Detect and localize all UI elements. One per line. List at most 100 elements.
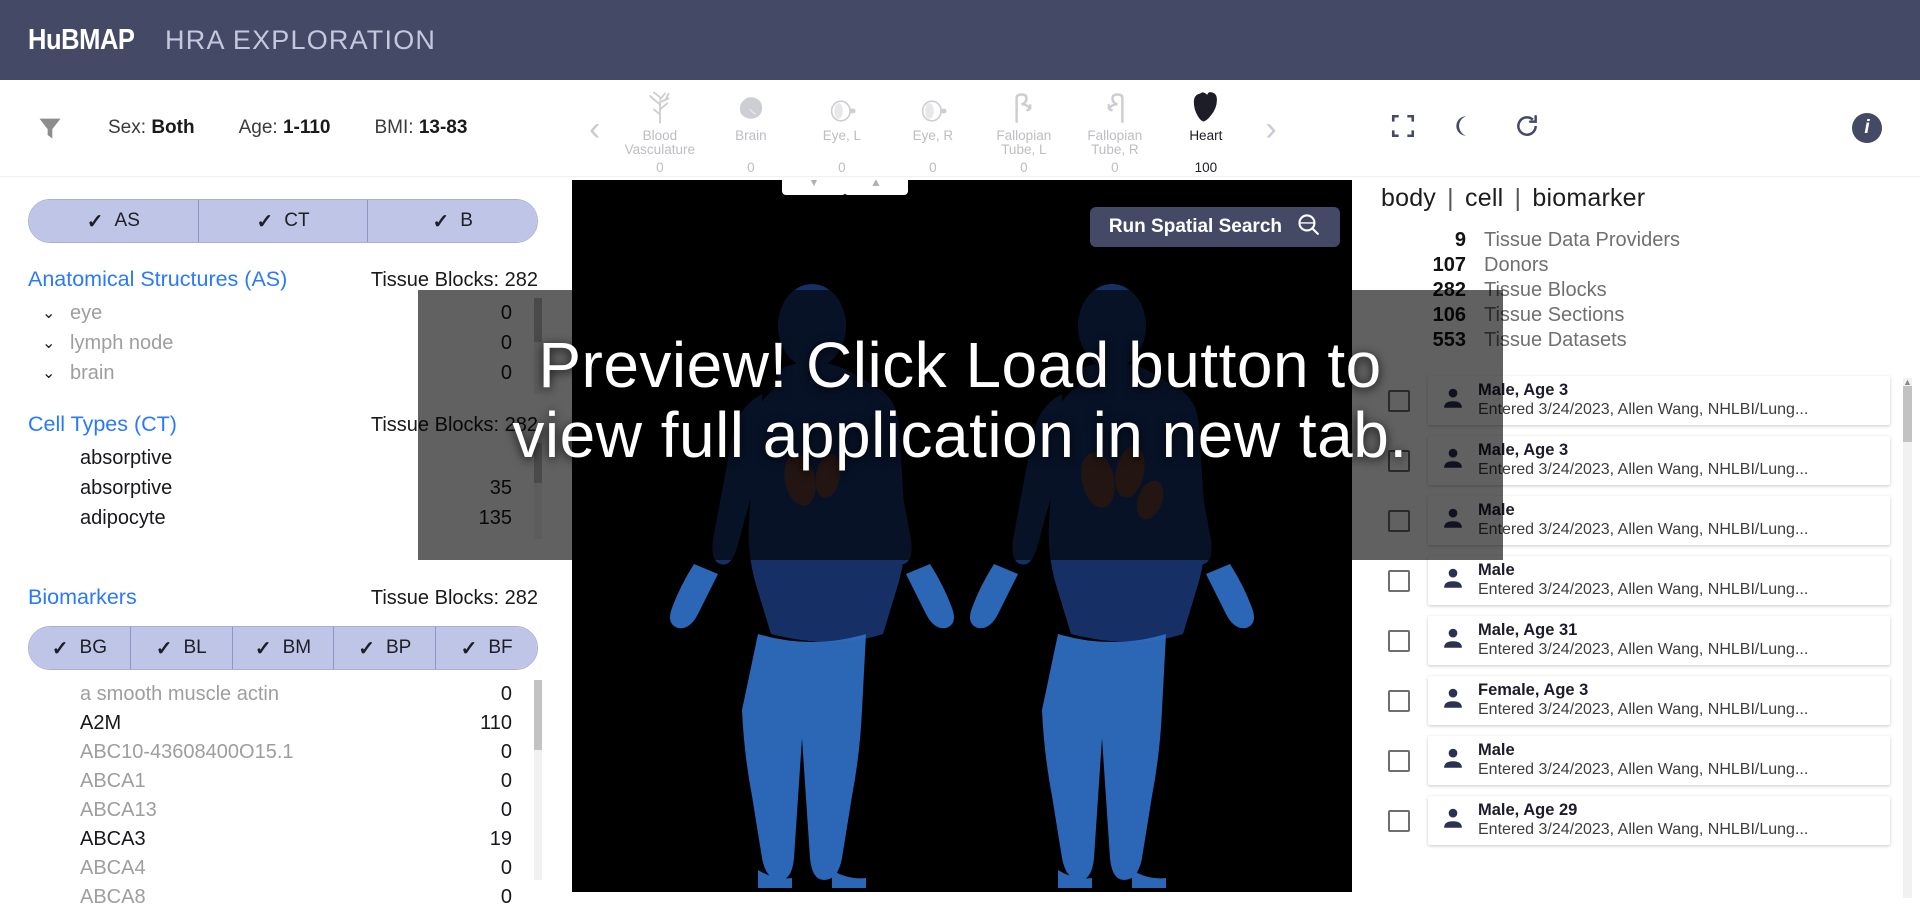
donor-checkbox[interactable] xyxy=(1388,689,1410,712)
biomarker-toggle-bm[interactable]: ✓ BM xyxy=(232,627,335,669)
biomarkers-title[interactable]: Biomarkers xyxy=(28,585,137,610)
biomarker-row[interactable]: ABCA3 19 xyxy=(28,825,538,854)
donor-card[interactable]: Male, Age 3 Entered 3/24/2023, Allen Wang… xyxy=(1428,436,1890,485)
ct-row[interactable]: absorptive 35 xyxy=(28,473,538,503)
breadcrumb-separator-2: | xyxy=(1514,184,1522,212)
organ-tab-fallopian-tube-l[interactable]: Fallopian Tube, L 0 xyxy=(978,82,1069,175)
stat-row: 282 Tissue Blocks xyxy=(1370,279,1920,304)
chevron-down-icon[interactable]: ⌄ xyxy=(42,363,55,383)
biomarker-row-label: ABC10-43608400O15.1 xyxy=(80,741,294,763)
donor-subtitle: Entered 3/24/2023, Allen Wang, NHLBI/Lun… xyxy=(1478,700,1809,718)
donor-list-item[interactable]: Female, Age 3 Entered 3/24/2023, Allen Wa… xyxy=(1376,676,1920,725)
as-scrollbar[interactable] xyxy=(534,298,542,394)
donor-checkbox[interactable] xyxy=(1388,629,1410,652)
as-row[interactable]: ⌄ brain 0 xyxy=(28,358,538,388)
stat-row: 107 Donors xyxy=(1370,254,1920,279)
donor-card[interactable]: Male, Age 31 Entered 3/24/2023, Allen Wan… xyxy=(1428,616,1890,665)
as-row[interactable]: ⌄ eye 0 xyxy=(28,298,538,328)
breadcrumb-biomarker[interactable]: biomarker xyxy=(1532,184,1645,212)
entity-toggle-b[interactable]: ✓ B xyxy=(368,200,537,242)
organ-tab-heart[interactable]: Heart 100 xyxy=(1160,82,1251,175)
caret-up-icon[interactable]: ▲ xyxy=(844,180,908,195)
donor-card[interactable]: Male, Age 29 Entered 3/24/2023, Allen Wan… xyxy=(1428,796,1890,845)
filter-bmi[interactable]: BMI: 13-83 xyxy=(375,117,468,139)
biomarker-toggle-group: ✓ BG ✓ BL ✓ BM ✓ BP ✓ BF xyxy=(28,626,538,670)
body-stage[interactable]: ▼ ▲ Run Spatial Search ‹ › xyxy=(572,180,1352,892)
biomarker-row[interactable]: A2M 110 xyxy=(28,709,538,738)
donor-checkbox[interactable] xyxy=(1388,389,1410,412)
biomarker-row[interactable]: ABCA13 0 xyxy=(28,796,538,825)
anatomical-structures-title[interactable]: Anatomical Structures (AS) xyxy=(28,267,287,292)
donor-checkbox[interactable] xyxy=(1388,749,1410,772)
bm-scrollbar[interactable] xyxy=(534,680,542,880)
biomarker-toggle-bf[interactable]: ✓ BF xyxy=(436,627,537,669)
donor-list-item[interactable]: Male Entered 3/24/2023, Allen Wang, NHLBI… xyxy=(1376,556,1920,605)
donor-checkbox[interactable] xyxy=(1388,509,1410,532)
donor-checkbox[interactable] xyxy=(1388,569,1410,592)
donor-checkbox[interactable] xyxy=(1388,449,1410,472)
right-sidebar: body | cell | biomarker 9 Tissue Data Pro… xyxy=(1370,177,1920,911)
donor-list-item[interactable]: Male, Age 29 Entered 3/24/2023, Allen Wan… xyxy=(1376,796,1920,845)
donor-list-item[interactable]: Male Entered 3/24/2023, Allen Wang, NHLBI… xyxy=(1376,496,1920,545)
organ-count: 100 xyxy=(1194,160,1218,175)
stage-nav-down-group[interactable]: ▼ xyxy=(782,180,846,195)
organ-tab-eye-l[interactable]: Eye, L 0 xyxy=(796,82,887,175)
organ-next-button[interactable]: › xyxy=(1251,112,1290,146)
check-icon: ✓ xyxy=(155,637,173,660)
biomarker-row[interactable]: ABCA8 0 xyxy=(28,883,538,911)
chevron-down-icon[interactable]: ⌄ xyxy=(42,303,55,323)
biomarker-row[interactable]: a smooth muscle actin 0 xyxy=(28,680,538,709)
donor-list-item[interactable]: Male, Age 3 Entered 3/24/2023, Allen Wang… xyxy=(1376,436,1920,485)
brain-icon xyxy=(735,88,767,124)
biomarker-toggle-bp[interactable]: ✓ BP xyxy=(334,627,437,669)
donor-list-item[interactable]: Male, Age 31 Entered 3/24/2023, Allen Wan… xyxy=(1376,616,1920,665)
cell-types-title[interactable]: Cell Types (CT) xyxy=(28,412,177,437)
biomarker-row-value: 110 xyxy=(480,712,512,734)
chevron-down-icon[interactable]: ⌄ xyxy=(42,333,55,353)
donor-card[interactable]: Female, Age 3 Entered 3/24/2023, Allen Wa… xyxy=(1428,676,1890,725)
donor-card[interactable]: Male Entered 3/24/2023, Allen Wang, NHLBI… xyxy=(1428,496,1890,545)
biomarker-row[interactable]: ABC10-43608400O15.1 0 xyxy=(28,738,538,767)
human-body-3d-view[interactable] xyxy=(572,180,1352,892)
organ-prev-button[interactable]: ‹ xyxy=(575,112,614,146)
organ-tab-fallopian-tube-r[interactable]: Fallopian Tube, R 0 xyxy=(1069,82,1160,175)
filter-sex[interactable]: Sex: Both xyxy=(108,117,195,139)
filter-funnel-icon[interactable] xyxy=(36,114,64,142)
donor-list-scrollbar[interactable]: ▲ xyxy=(1903,378,1912,898)
ct-row-label: absorptive xyxy=(80,476,173,499)
info-icon[interactable]: i xyxy=(1852,113,1882,143)
biomarker-row-label: a smooth muscle actin xyxy=(80,683,279,705)
breadcrumb-body[interactable]: body xyxy=(1381,184,1436,212)
run-spatial-search-button[interactable]: Run Spatial Search xyxy=(1089,207,1340,247)
fallopian-tube-right-icon xyxy=(1100,88,1130,124)
breadcrumb-cell[interactable]: cell xyxy=(1465,184,1503,212)
filter-age[interactable]: Age: 1-110 xyxy=(239,117,331,139)
biomarker-toggle-bl[interactable]: ✓ BL xyxy=(130,627,233,669)
organ-tab-blood-vasculature[interactable]: Blood Vasculature 0 xyxy=(614,82,705,175)
as-row[interactable]: ⌄ lymph node 0 xyxy=(28,328,538,358)
donor-card[interactable]: Male, Age 3 Entered 3/24/2023, Allen Wang… xyxy=(1428,376,1890,425)
organ-tab-brain[interactable]: Brain 0 xyxy=(705,82,796,175)
ct-row[interactable]: absorptive xyxy=(28,443,538,473)
donor-list-item[interactable]: Male, Age 3 Entered 3/24/2023, Allen Wang… xyxy=(1376,376,1920,425)
organ-count: 0 xyxy=(1111,160,1119,175)
caret-down-icon[interactable]: ▼ xyxy=(782,180,846,195)
eye-left-icon xyxy=(827,88,857,124)
donor-card[interactable]: Male Entered 3/24/2023, Allen Wang, NHLBI… xyxy=(1428,736,1890,785)
donor-list-item[interactable]: Male Entered 3/24/2023, Allen Wang, NHLBI… xyxy=(1376,736,1920,785)
ct-scrollbar[interactable] xyxy=(534,443,542,539)
fullscreen-icon[interactable] xyxy=(1390,113,1416,144)
reset-refresh-icon[interactable] xyxy=(1514,113,1540,144)
biomarker-row[interactable]: ABCA1 0 xyxy=(28,767,538,796)
stage-nav-up-group[interactable]: ▲ xyxy=(844,180,908,195)
entity-toggle-ct[interactable]: ✓ CT xyxy=(198,200,369,242)
hubmap-logo[interactable]: HuBMAP xyxy=(28,24,135,57)
organ-tab-eye-r[interactable]: Eye, R 0 xyxy=(887,82,978,175)
dark-mode-moon-icon[interactable] xyxy=(1452,113,1478,144)
biomarker-toggle-bg[interactable]: ✓ BG xyxy=(29,627,131,669)
donor-card[interactable]: Male Entered 3/24/2023, Allen Wang, NHLBI… xyxy=(1428,556,1890,605)
donor-checkbox[interactable] xyxy=(1388,809,1410,832)
biomarker-row[interactable]: ABCA4 0 xyxy=(28,854,538,883)
ct-row[interactable]: adipocyte 135 xyxy=(28,503,538,533)
entity-toggle-as[interactable]: ✓ AS xyxy=(29,200,199,242)
